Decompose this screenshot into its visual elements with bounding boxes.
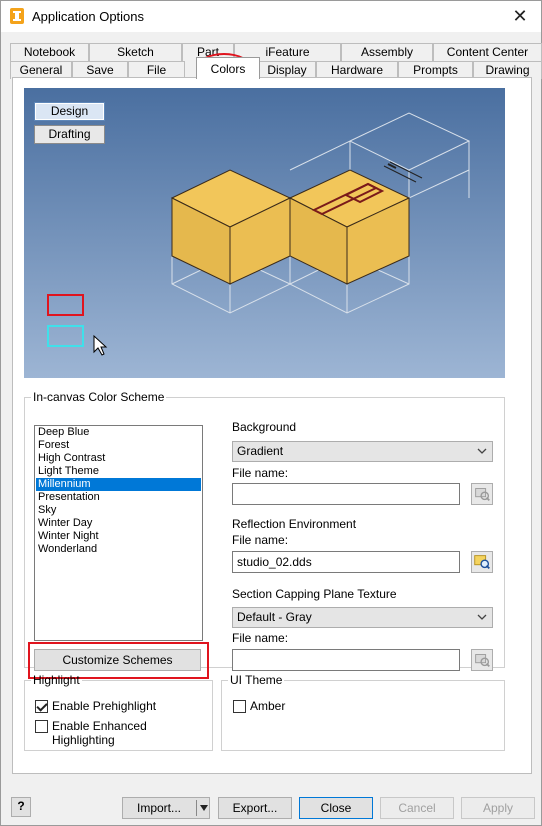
section-capping-browse-button[interactable]: [471, 649, 493, 671]
background-dropdown-value: Gradient: [237, 444, 284, 458]
amber-theme-checkbox[interactable]: [233, 700, 246, 713]
close-window-button[interactable]: ✕: [507, 5, 533, 27]
reflection-file-input[interactable]: studio_02.dds: [232, 551, 460, 573]
color-scheme-list[interactable]: Deep Blue Forest High Contrast Light The…: [34, 425, 203, 641]
highlight-group: Highlight Enable Prehighlight Enable Enh…: [24, 673, 213, 751]
scheme-item-millennium[interactable]: Millennium: [36, 478, 201, 491]
section-capping-file-input[interactable]: [232, 649, 460, 671]
import-label: Import...: [136, 801, 181, 815]
help-button[interactable]: ?: [11, 797, 31, 817]
enable-prehighlight-checkbox[interactable]: [35, 700, 48, 713]
background-label: Background: [232, 420, 297, 434]
enable-prehighlight-label[interactable]: Enable Prehighlight: [52, 699, 156, 713]
inventor-app-icon: [10, 8, 24, 24]
scheme-item-sky[interactable]: Sky: [36, 504, 201, 517]
reflection-browse-button[interactable]: [471, 551, 493, 573]
colors-panel: Design Drafting In-canvas Color Scheme D…: [12, 77, 532, 774]
scheme-item-winter-night[interactable]: Winter Night: [36, 530, 201, 543]
reflection-file-label: File name:: [232, 533, 289, 547]
tab-notebook[interactable]: Notebook: [10, 43, 89, 61]
section-capping-label: Section Capping Plane Texture: [232, 587, 397, 601]
chevron-down-icon: [477, 448, 487, 454]
import-split-divider: [196, 800, 197, 816]
application-options-dialog: Application Options ✕ Notebook Sketch Pa…: [0, 0, 542, 826]
section-capping-dropdown-value: Default - Gray: [237, 610, 312, 624]
highlight-legend: Highlight: [33, 673, 80, 687]
close-button[interactable]: Close: [299, 797, 373, 819]
ui-theme-legend: UI Theme: [230, 673, 283, 687]
tab-sketch[interactable]: Sketch: [89, 43, 182, 61]
scheme-item-deep-blue[interactable]: Deep Blue: [36, 426, 201, 439]
browse-disabled-icon: [475, 488, 490, 502]
background-browse-button[interactable]: [471, 483, 493, 505]
enable-enhanced-highlighting-checkbox[interactable]: [35, 720, 48, 733]
chevron-down-icon: [477, 614, 487, 620]
color-scheme-legend: In-canvas Color Scheme: [33, 390, 165, 404]
tab-content-center[interactable]: Content Center: [433, 43, 542, 61]
export-button[interactable]: Export...: [218, 797, 292, 819]
ui-theme-group: UI Theme Amber: [221, 673, 505, 751]
scheme-item-wonderland[interactable]: Wonderland: [36, 543, 201, 556]
import-button[interactable]: Import...: [122, 797, 210, 819]
browse-disabled-icon: [475, 654, 490, 668]
browse-icon: [474, 555, 490, 570]
section-capping-file-label: File name:: [232, 631, 289, 645]
tab-assembly[interactable]: Assembly: [341, 43, 433, 61]
legend-swatch-red: [47, 294, 84, 316]
scheme-item-forest[interactable]: Forest: [36, 439, 201, 452]
amber-theme-label[interactable]: Amber: [250, 699, 285, 713]
scheme-preview: Design Drafting: [24, 88, 505, 378]
color-scheme-group: In-canvas Color Scheme Deep Blue Forest …: [24, 390, 505, 679]
enable-enhanced-highlighting-label[interactable]: Enable Enhanced Highlighting: [52, 719, 212, 747]
cancel-button[interactable]: Cancel: [380, 797, 454, 819]
background-file-label: File name:: [232, 466, 289, 480]
tab-colors[interactable]: Colors: [196, 57, 260, 79]
background-file-input[interactable]: [232, 483, 460, 505]
preview-cube-scene: [47, 112, 471, 356]
reflection-label: Reflection Environment: [232, 517, 357, 531]
help-icon: ?: [17, 799, 25, 813]
chevron-down-icon[interactable]: [199, 803, 209, 813]
scheme-item-presentation[interactable]: Presentation: [36, 491, 201, 504]
section-capping-dropdown[interactable]: Default - Gray: [232, 607, 493, 628]
apply-button[interactable]: Apply: [461, 797, 535, 819]
title-bar: Application Options ✕: [1, 1, 541, 32]
scheme-item-high-contrast[interactable]: High Contrast: [36, 452, 201, 465]
window-title: Application Options: [32, 9, 145, 24]
mouse-cursor-icon: [93, 334, 108, 356]
scheme-item-light-theme[interactable]: Light Theme: [36, 465, 201, 478]
scheme-item-winter-day[interactable]: Winter Day: [36, 517, 201, 530]
background-dropdown[interactable]: Gradient: [232, 441, 493, 462]
legend-swatch-cyan: [47, 325, 84, 347]
